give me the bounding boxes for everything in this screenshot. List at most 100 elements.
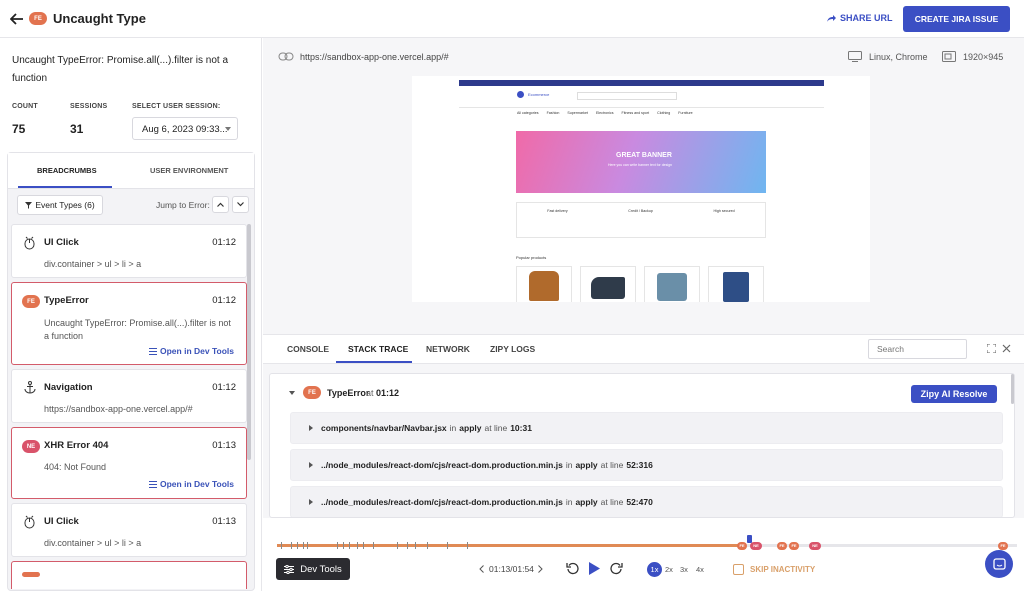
play-icon[interactable]: [589, 562, 600, 575]
site-nav-link: All categories: [517, 111, 539, 115]
network-badge: NE: [22, 440, 40, 453]
timeline-tick: [447, 542, 448, 549]
breadcrumb-desc: Uncaught TypeError: Promise.all(...).fil…: [44, 318, 231, 341]
back-arrow-icon[interactable]: [10, 12, 24, 26]
timeline-tick: [373, 542, 374, 549]
site-nav-link: Furniture: [678, 111, 693, 115]
site-feature: Credit / Backup: [628, 209, 653, 213]
chat-support-button[interactable]: [985, 550, 1013, 578]
breadcrumbs-scrollbar[interactable]: [247, 224, 251, 460]
tab-breadcrumbs[interactable]: BREADCRUMBS: [37, 166, 97, 175]
timeline-track[interactable]: [277, 542, 1017, 549]
open-in-dev-tools-label: Open in Dev Tools: [160, 479, 234, 489]
timeline-tick: [407, 542, 408, 549]
frontend-badge: FE: [22, 295, 40, 308]
tab-network[interactable]: NETWORK: [426, 336, 470, 362]
open-in-dev-tools-link[interactable]: Open in Dev Tools: [149, 479, 234, 489]
timeline-tick: [281, 542, 282, 549]
prev-chevron-icon[interactable]: [479, 565, 484, 573]
fe-marker[interactable]: FE: [737, 538, 747, 550]
speed-4x-button[interactable]: 4x: [696, 565, 704, 574]
stack-trace-scrollbar[interactable]: [1011, 374, 1014, 404]
devtools-search-input[interactable]: [868, 339, 967, 359]
site-logo-icon: [517, 91, 524, 98]
expand-icon[interactable]: [987, 344, 996, 353]
fe-marker[interactable]: FE: [789, 538, 799, 550]
stack-frame[interactable]: components/navbar/Navbar.jsx in apply at li…: [290, 412, 1003, 444]
tab-zipy-logs[interactable]: ZIPY LOGS: [490, 336, 535, 362]
site-product-card: [516, 266, 572, 302]
breadcrumb-item-error[interactable]: NE XHR Error 404 01:13 404: Not Found Op…: [11, 427, 247, 499]
frame-at-line: at line: [600, 497, 624, 507]
stack-trace-panel: FE TypeError at 01:12 Zipy AI Resolve co…: [269, 373, 1015, 518]
breadcrumb-item-error[interactable]: FE TypeError 01:12 Uncaught TypeError: P…: [11, 282, 247, 365]
caret-down-icon[interactable]: [289, 391, 295, 395]
link-icon: [278, 52, 294, 61]
fe-marker[interactable]: FE: [998, 538, 1008, 550]
stack-frame[interactable]: ../node_modules/react-dom/cjs/react-dom.…: [290, 486, 1003, 517]
shorts-image: [723, 272, 749, 302]
tab-stack-trace[interactable]: STACK TRACE: [348, 336, 408, 362]
caret-right-icon: [309, 462, 313, 468]
speed-3x-button[interactable]: 3x: [680, 565, 688, 574]
ne-marker[interactable]: NE: [809, 538, 821, 550]
create-jira-issue-button[interactable]: CREATE JIRA ISSUE: [903, 6, 1010, 32]
dev-tools-toggle-button[interactable]: Dev Tools: [276, 558, 350, 580]
breadcrumb-desc: div.container > ul > li > a: [44, 538, 142, 548]
breadcrumb-title: XHR Error 404: [44, 440, 109, 451]
timeline-tick: [343, 542, 344, 549]
timeline-tick: [415, 542, 416, 549]
frame-file: ../node_modules/react-dom/cjs/react-dom.…: [321, 460, 563, 470]
share-icon: [826, 14, 836, 23]
frontend-badge: FE: [29, 12, 47, 25]
rewind-icon[interactable]: [566, 562, 579, 575]
breadcrumb-title: Navigation: [44, 382, 93, 393]
breadcrumb-item[interactable]: UI Click 01:12 div.container > ul > li >…: [11, 224, 247, 278]
close-icon[interactable]: [1002, 344, 1011, 353]
count-value: 75: [12, 122, 26, 136]
mouse-click-icon: [24, 515, 35, 529]
skip-inactivity-checkbox[interactable]: [733, 564, 744, 575]
stack-frame[interactable]: ../node_modules/react-dom/cjs/react-dom.…: [290, 449, 1003, 481]
jump-prev-error-button[interactable]: [212, 196, 229, 213]
timeline-tick: [357, 542, 358, 549]
site-feature: Fast delivery: [547, 209, 568, 213]
site-nav-link: Clothing: [657, 111, 671, 115]
shirt-image: [657, 273, 687, 301]
frame-line: 52:470: [626, 497, 653, 507]
caret-right-icon: [309, 499, 313, 505]
jump-next-error-button[interactable]: [232, 196, 249, 213]
sessions-label: SESSIONS: [70, 103, 108, 110]
forward-icon[interactable]: [610, 562, 623, 575]
breadcrumb-item-error[interactable]: [11, 561, 247, 589]
list-icon: [149, 480, 157, 488]
share-url-button[interactable]: SHARE URL: [826, 13, 893, 23]
anchor-icon: [24, 381, 36, 394]
breadcrumb-time: 01:12: [212, 295, 236, 306]
speed-2x-button[interactable]: 2x: [665, 565, 673, 574]
fe-marker[interactable]: FE: [777, 538, 787, 550]
top-header: FE Uncaught Type SHARE URL CREATE JIRA I…: [0, 0, 1024, 38]
session-select[interactable]: Aug 6, 2023 09:33...: [132, 117, 238, 140]
breadcrumb-item[interactable]: Navigation 01:12 https://sandbox-app-one…: [11, 369, 247, 423]
page-title: Uncaught Type: [53, 11, 146, 26]
speed-1x-button[interactable]: 1x: [647, 562, 662, 577]
breadcrumb-time: 01:13: [212, 440, 236, 451]
frame-file: ../node_modules/react-dom/cjs/react-dom.…: [321, 497, 563, 507]
playhead[interactable]: [747, 535, 752, 543]
timeline-tick: [337, 542, 338, 549]
open-in-dev-tools-link[interactable]: Open in Dev Tools: [149, 346, 234, 356]
stack-error-time: 01:12: [376, 388, 400, 398]
tab-user-environment[interactable]: USER ENVIRONMENT: [150, 166, 228, 175]
timeline-progress: [277, 544, 740, 547]
tab-console[interactable]: CONSOLE: [287, 336, 329, 362]
event-types-filter-button[interactable]: Event Types (6): [17, 195, 103, 215]
count-label: COUNT: [12, 103, 38, 110]
frame-in: in: [449, 423, 457, 433]
chevron-down-icon: [225, 127, 231, 131]
zipy-ai-resolve-button[interactable]: Zipy AI Resolve: [911, 385, 997, 403]
replay-viewport[interactable]: Ecommerce All categories Fashion Superma…: [412, 76, 870, 302]
session-url: https://sandbox-app-one.vercel.app/#: [300, 52, 449, 62]
next-chevron-icon[interactable]: [538, 565, 543, 573]
breadcrumb-item[interactable]: UI Click 01:13 div.container > ul > li >…: [11, 503, 247, 557]
